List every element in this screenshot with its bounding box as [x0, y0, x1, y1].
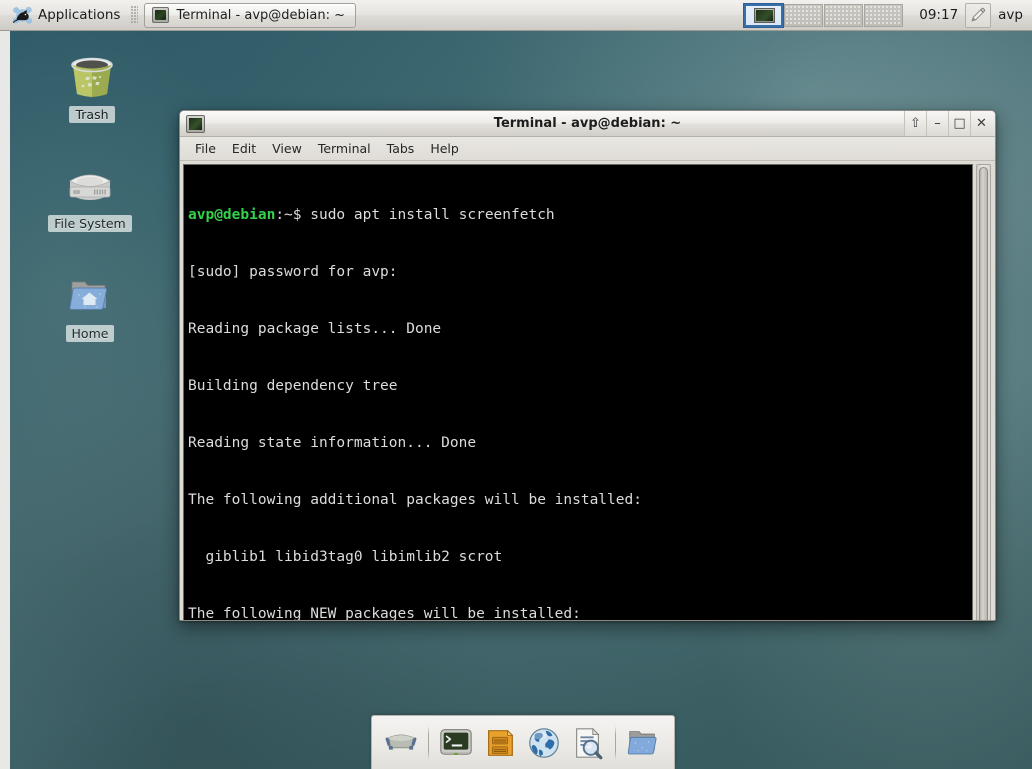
applications-menu-button[interactable]: Applications: [4, 2, 127, 29]
terminal-icon: [186, 114, 205, 133]
terminal-output: avp@debian:~$ sudo apt install screenfet…: [188, 168, 968, 621]
dock-web-browser-icon[interactable]: [525, 724, 563, 762]
terminal-line: Reading state information... Done: [188, 435, 477, 451]
terminal-body: avp@debian:~$ sudo apt install screenfet…: [180, 161, 995, 621]
terminal-line: The following NEW packages will be insta…: [188, 606, 581, 621]
screen: Trash File System Home Applications Term…: [0, 0, 1032, 769]
workspace-2[interactable]: [784, 3, 824, 27]
prompt-user-host: avp@debian: [188, 207, 276, 223]
panel-right-area: 09:17 avp: [743, 0, 1032, 30]
terminal-line: Building dependency tree: [188, 378, 398, 394]
workspace-1[interactable]: [743, 2, 785, 28]
shade-button[interactable]: ⇧: [904, 111, 926, 136]
dock-separator: [428, 725, 429, 760]
terminal-line: Reading package lists... Done: [188, 321, 442, 337]
workspace-3[interactable]: [824, 3, 864, 27]
dock-document-viewer-icon[interactable]: [569, 724, 607, 762]
panel-drag-handle[interactable]: [131, 6, 139, 24]
terminal-window[interactable]: Terminal - avp@debian: ~ ⇧ – □ ✕ File Ed…: [179, 110, 996, 621]
desktop-icon-home[interactable]: Home: [42, 269, 138, 342]
terminal-line: giblib1 libid3tag0 libimlib2 scrot: [188, 549, 503, 565]
clock[interactable]: 09:17: [912, 7, 965, 23]
dock-file-manager-icon[interactable]: [624, 724, 662, 762]
window-title-bar[interactable]: Terminal - avp@debian: ~ ⇧ – □ ✕: [180, 111, 995, 137]
menu-tabs[interactable]: Tabs: [379, 139, 423, 158]
desktop-icon-label: File System: [48, 215, 132, 232]
taskbar-button-label: Terminal - avp@debian: ~: [176, 7, 345, 23]
taskbar-button-terminal[interactable]: Terminal - avp@debian: ~: [144, 2, 356, 28]
terminal-icon: [152, 7, 170, 23]
terminal-line: The following additional packages will b…: [188, 492, 642, 508]
dock-separator: [615, 725, 616, 760]
top-panel: Applications Terminal - avp@debian: ~ 09…: [0, 0, 1032, 31]
terminal-line: [sudo] password for avp:: [188, 264, 398, 280]
dock-archive-manager-icon[interactable]: [481, 724, 519, 762]
xfce-mouse-icon: [12, 5, 33, 26]
harddisk-icon: [64, 159, 116, 211]
applications-menu-label: Applications: [38, 7, 121, 23]
menu-edit[interactable]: Edit: [224, 139, 264, 158]
trash-icon: [66, 50, 118, 102]
terminal-line-prompt: avp@debian:~$ sudo apt install screenfet…: [188, 206, 968, 225]
minimize-button[interactable]: –: [926, 111, 948, 136]
menu-file[interactable]: File: [187, 139, 224, 158]
prompt-command: sudo apt install screenfetch: [310, 207, 555, 223]
workspace-4[interactable]: [864, 3, 904, 27]
prompt-path: :~$: [275, 207, 311, 223]
dock-terminal-icon[interactable]: [437, 724, 475, 762]
dock-panel: [371, 715, 675, 769]
menu-view[interactable]: View: [264, 139, 310, 158]
workspace-window-thumbnail: [754, 7, 776, 23]
taskbar: Terminal - avp@debian: ~: [144, 2, 356, 28]
window-controls: ⇧ – □ ✕: [904, 111, 995, 136]
scrollbar-thumb[interactable]: [979, 167, 988, 620]
pencil-icon[interactable]: [965, 2, 992, 28]
desktop-icon-label: Trash: [69, 106, 115, 123]
menu-bar: File Edit View Terminal Tabs Help: [180, 137, 995, 161]
dock-show-desktop-icon[interactable]: [382, 724, 420, 762]
desktop-icon-trash[interactable]: Trash: [44, 50, 140, 123]
maximize-button[interactable]: □: [948, 111, 970, 136]
username-label[interactable]: avp: [991, 7, 1032, 23]
menu-help[interactable]: Help: [422, 139, 467, 158]
menu-terminal[interactable]: Terminal: [310, 139, 379, 158]
workspace-switcher[interactable]: [743, 2, 904, 28]
desktop-icon-file-system[interactable]: File System: [42, 159, 138, 232]
window-title: Terminal - avp@debian: ~: [493, 116, 682, 131]
close-button[interactable]: ✕: [970, 111, 995, 136]
terminal-screen[interactable]: avp@debian:~$ sudo apt install screenfet…: [183, 164, 973, 621]
desktop-icon-label: Home: [65, 325, 115, 342]
terminal-scrollbar[interactable]: [976, 164, 991, 620]
home-folder-icon: [64, 269, 116, 321]
